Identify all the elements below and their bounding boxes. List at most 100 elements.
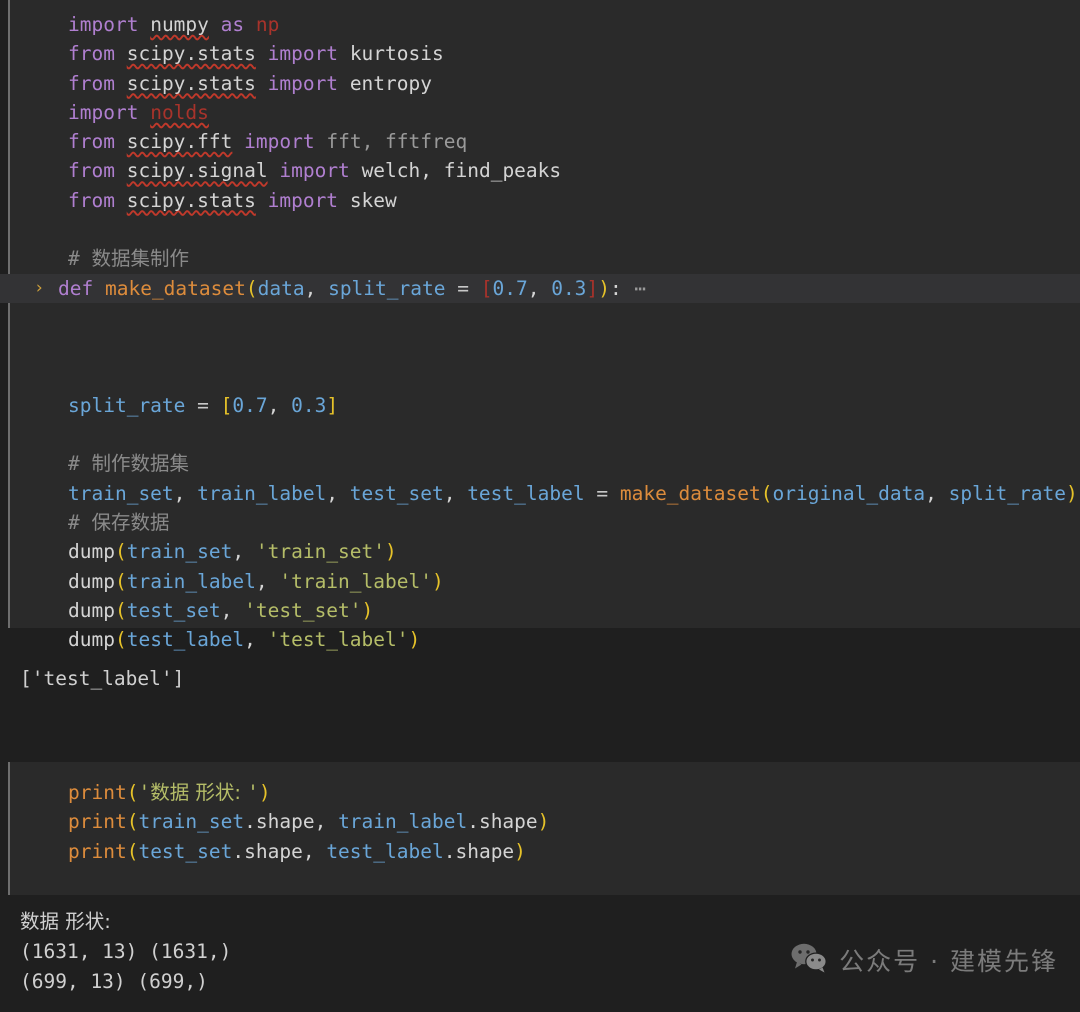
code-line[interactable]: from scipy.stats import entropy <box>10 69 1080 98</box>
code-token: import <box>68 100 139 124</box>
code-token: ( <box>114 598 127 622</box>
code-token: from <box>68 130 115 154</box>
code-token: np <box>255 13 280 36</box>
output-line: ['test_label'] <box>20 667 185 690</box>
code-line[interactable]: # 制作数据集 <box>10 449 1080 478</box>
code-line[interactable]: from scipy.signal import welch, find_pea… <box>10 156 1080 185</box>
code-token: = <box>197 393 209 417</box>
code-token: scipy.stats <box>126 42 256 66</box>
code-line[interactable]: print(test_set.shape, test_label.shape) <box>10 837 1080 866</box>
code-line[interactable] <box>10 215 1080 244</box>
code-line[interactable] <box>10 303 1080 332</box>
code-token: entropy <box>349 71 432 95</box>
code-line[interactable]: from scipy.fft import fft, fftfreq <box>10 127 1080 156</box>
code-token: , <box>443 481 468 505</box>
code-token: as <box>220 13 245 36</box>
code-token: test_label <box>467 481 585 505</box>
code-line[interactable]: print(train_set.shape, train_label.shape… <box>10 807 1080 836</box>
code-token: train_label <box>197 481 327 505</box>
code-line[interactable] <box>10 362 1080 391</box>
code-token: shape <box>455 839 515 863</box>
code-line[interactable]: dump(train_label, 'train_label') <box>10 567 1080 596</box>
code-token: ( <box>760 481 773 505</box>
code-line[interactable]: from scipy.stats import skew <box>10 186 1080 215</box>
code-token: train_label <box>126 569 256 593</box>
code-token: ) <box>1066 481 1078 505</box>
code-token: , <box>267 393 292 417</box>
code-line[interactable]: dump(train_set, 'train_set') <box>10 537 1080 566</box>
code-token: train_set <box>68 481 174 505</box>
code-line[interactable]: import nolds <box>10 98 1080 127</box>
code-token: ( <box>114 569 127 593</box>
code-cell-1[interactable]: import numpy as np from scipy.stats impor… <box>0 0 1080 651</box>
code-token: dump <box>68 628 115 652</box>
code-token: 数据集制作 <box>91 247 189 271</box>
code-token: ( <box>114 628 127 652</box>
code-token: make_dataset <box>619 481 761 505</box>
code-line[interactable]: dump(test_set, 'test_set') <box>10 596 1080 625</box>
code-line[interactable]: print('数据 形状: ') <box>10 778 1080 807</box>
chevron-right-icon[interactable]: › <box>34 274 44 303</box>
code-token: . <box>244 810 256 834</box>
code-line[interactable]: # 数据集制作 <box>10 244 1080 273</box>
code-token: , <box>255 569 280 593</box>
code-token: , <box>925 481 949 505</box>
code-token: ) <box>408 628 421 652</box>
code-token: nolds <box>150 100 209 124</box>
code-token: ) <box>431 569 444 593</box>
code-token: scipy.stats <box>126 71 256 95</box>
code-token: split_rate <box>948 481 1066 505</box>
code-token: from <box>68 188 115 212</box>
code-token: kurtosis <box>349 42 444 66</box>
code-token: # <box>68 247 92 271</box>
code-token: train_label <box>338 810 468 834</box>
code-token: , <box>244 628 268 652</box>
code-token: [ <box>220 393 233 417</box>
code-line[interactable]: train_set, train_label, test_set, test_l… <box>10 479 1080 508</box>
code-token: ) <box>598 276 610 300</box>
code-line[interactable] <box>10 420 1080 449</box>
output-line: (699, 13) (699,) <box>20 970 208 993</box>
code-token: fft, fftfreq <box>326 130 468 154</box>
code-line[interactable]: # 保存数据 <box>10 508 1080 537</box>
code-line[interactable] <box>10 332 1080 361</box>
code-token: ( <box>126 810 139 834</box>
code-token: split_rate <box>328 276 446 300</box>
code-token: : <box>609 276 622 300</box>
code-token: from <box>68 159 115 183</box>
code-token: original_data <box>772 481 926 505</box>
code-token: scipy.signal <box>126 159 268 183</box>
code-token: 'train_label' <box>279 569 432 593</box>
code-token: print <box>68 839 127 863</box>
code-line[interactable]: dump(test_label, 'test_label') <box>10 625 1080 654</box>
code-line[interactable]: import numpy as np <box>10 10 1080 39</box>
code-token: from <box>68 71 115 95</box>
code-token: train_set <box>126 540 233 564</box>
code-token: test_set <box>138 839 233 863</box>
folded-code-ellipsis[interactable]: ⋯ <box>622 277 647 300</box>
code-token: ( <box>114 540 127 564</box>
code-line[interactable]: from scipy.stats import kurtosis <box>10 39 1080 68</box>
code-line-folded[interactable]: › def make_dataset(data, split_rate = [0.… <box>0 273 1080 303</box>
code-token: . <box>232 839 245 863</box>
code-token: ) <box>514 839 526 863</box>
code-token: , <box>527 276 552 300</box>
code-line[interactable]: split_rate = [0.7, 0.3] <box>10 391 1080 420</box>
code-cell-2[interactable]: print('数据 形状: ') print(train_set.shape, t… <box>8 762 1080 895</box>
cell-2-output: 数据 形状: (1631, 13) (1631,) (699, 13) (699,) <box>0 895 1080 1012</box>
code-token: ' <box>138 781 151 804</box>
code-token: ] <box>586 276 599 300</box>
code-token: dump <box>68 598 115 622</box>
code-token: , <box>173 481 198 505</box>
